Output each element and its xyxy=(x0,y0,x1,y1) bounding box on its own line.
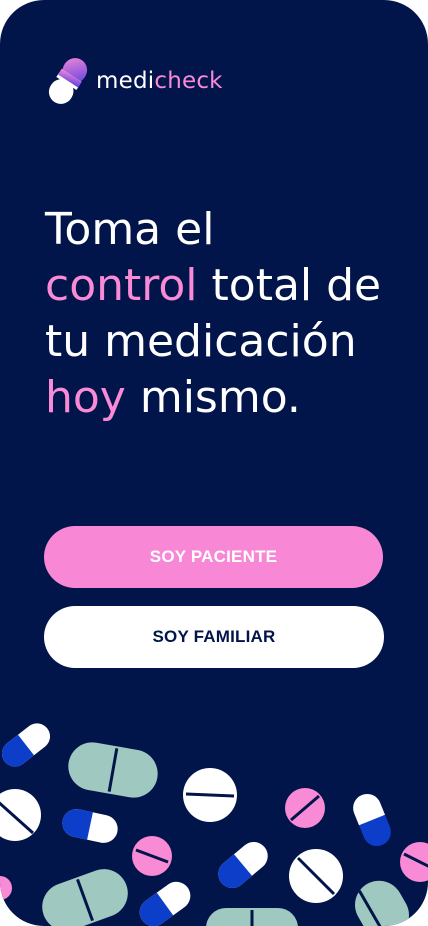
oval-pill-3 xyxy=(206,908,298,926)
brand-name-suffix: check xyxy=(154,67,223,94)
capsule-pill-5 xyxy=(139,881,191,926)
oval-pill-4 xyxy=(355,880,409,926)
capsule-pill-2 xyxy=(62,809,118,843)
capsule-icon xyxy=(48,58,88,104)
round-tablet-2 xyxy=(0,789,41,841)
family-button[interactable]: SOY FAMILIAR xyxy=(44,606,384,668)
pink-tablet-3 xyxy=(400,842,428,882)
pink-tablet-1 xyxy=(285,788,325,828)
oval-pill-2 xyxy=(42,869,128,926)
capsule-pill-3 xyxy=(353,793,391,847)
brand-name-prefix: medi xyxy=(96,67,155,94)
patient-button[interactable]: SOY PACIENTE xyxy=(44,526,383,588)
oval-pill-1 xyxy=(68,742,158,798)
pink-tablet-2 xyxy=(132,836,172,876)
capsule-pill-1 xyxy=(1,723,51,767)
headline-line-1: Toma el xyxy=(45,204,215,255)
headline-highlight-hoy: hoy xyxy=(45,372,126,423)
pink-tablet-4 xyxy=(0,876,12,900)
brand-logo: medicheck xyxy=(46,54,223,108)
capsule-pill-4 xyxy=(218,842,268,888)
headline-line-2-rest: total de xyxy=(197,260,382,311)
round-tablet-1 xyxy=(183,768,237,822)
headline-line-4-rest: mismo. xyxy=(125,372,301,423)
round-tablet-3 xyxy=(289,849,343,903)
welcome-screen: medicheck Toma el control total de tu me… xyxy=(0,0,428,926)
headline-line-2: control total de xyxy=(45,258,381,314)
headline-highlight-control: control xyxy=(45,260,198,311)
pills-illustration xyxy=(0,723,428,926)
headline: Toma el control total de tu medicación h… xyxy=(45,202,381,426)
brand-name: medicheck xyxy=(96,67,223,94)
headline-line-3: tu medicación xyxy=(45,316,357,367)
headline-line-4: hoy mismo. xyxy=(45,370,381,426)
